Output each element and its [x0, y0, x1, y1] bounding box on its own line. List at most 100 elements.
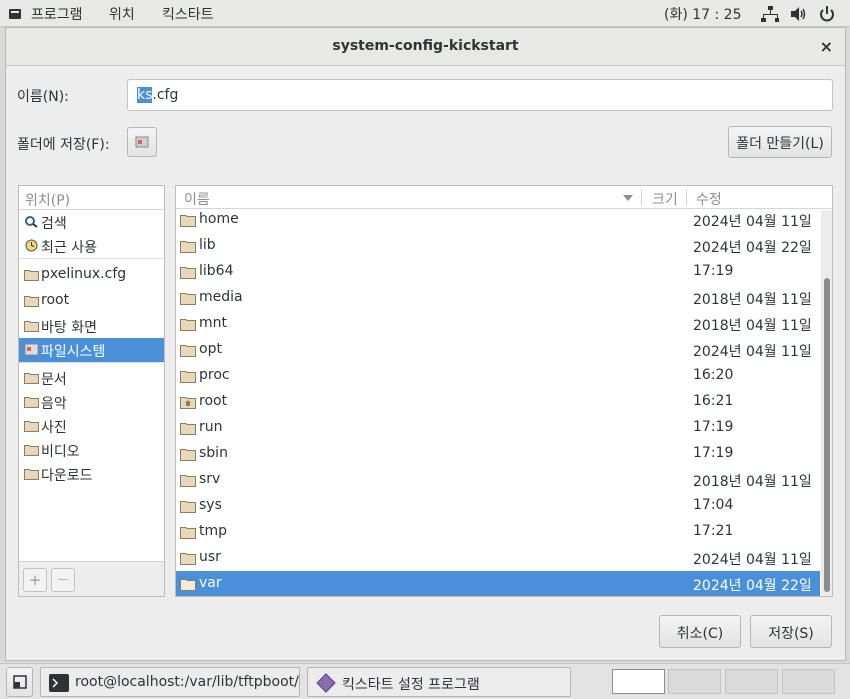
file-name: proc: [199, 367, 230, 383]
home-folder-icon: [24, 296, 39, 307]
folder-icon: [180, 267, 196, 279]
scrollbar-thumb[interactable]: [824, 278, 830, 592]
file-name: sys: [199, 497, 222, 513]
place-item[interactable]: 다운로드: [19, 462, 164, 486]
file-modified: 2018년 04월 11일: [693, 292, 812, 308]
file-row[interactable]: opt 2024년 04월 11일: [176, 337, 820, 363]
workspace-1[interactable]: [612, 669, 665, 694]
remove-bookmark-button[interactable]: —: [51, 568, 75, 592]
filename-selection: ks: [137, 87, 153, 103]
clock[interactable]: (화) 17 : 25: [664, 4, 742, 24]
terminal-task[interactable]: root@localhost:/var/lib/tftpboot/px…: [40, 667, 300, 697]
folder-icon: [180, 553, 196, 565]
kickstart-icon: [316, 673, 336, 693]
file-row[interactable]: lib64 17:19: [176, 259, 820, 285]
folder-path-button[interactable]: [127, 127, 157, 157]
file-row[interactable]: home 2024년 04월 11일: [176, 207, 820, 233]
power-icon[interactable]: [818, 5, 836, 23]
folder-icon: [180, 371, 196, 383]
file-row[interactable]: srv 2018년 04월 11일: [176, 467, 820, 493]
file-name: root: [199, 393, 228, 409]
place-item[interactable]: 비디오: [19, 438, 164, 462]
place-label: root: [41, 292, 70, 308]
place-item[interactable]: 사진: [19, 414, 164, 438]
kickstart-task[interactable]: 킥스타트 설정 프로그램: [307, 667, 571, 697]
file-row[interactable]: usr 2024년 04월 11일: [176, 545, 820, 571]
drive-icon: [135, 136, 149, 148]
file-row[interactable]: media 2018년 04월 11일: [176, 285, 820, 311]
documents-folder-icon: [24, 373, 39, 384]
file-list-header: 이름 크기 수정: [176, 186, 832, 209]
file-modified: 2024년 04월 11일: [693, 552, 812, 568]
file-row[interactable]: sbin 17:19: [176, 441, 820, 467]
file-list: 이름 크기 수정 home 2024년 04월 11일 lib 2024년 04월 2…: [175, 185, 833, 597]
place-item[interactable]: 검색: [19, 210, 164, 234]
file-row[interactable]: run 17:19: [176, 415, 820, 441]
applications-menu[interactable]: 프로그램: [31, 4, 83, 24]
downloads-folder-icon: [24, 469, 39, 480]
file-row[interactable]: lib 2024년 04월 22일: [176, 233, 820, 259]
place-item[interactable]: pxelinux.cfg: [19, 263, 164, 287]
file-name: mnt: [199, 315, 227, 331]
kickstart-menu[interactable]: 킥스타트: [162, 4, 214, 24]
file-modified: 17:21: [693, 523, 734, 539]
taskbar: root@localhost:/var/lib/tftpboot/px… 킥스타…: [0, 663, 850, 699]
file-modified: 17:19: [693, 445, 734, 461]
workspace-2[interactable]: [668, 669, 721, 694]
place-label: 다운로드: [41, 468, 93, 484]
name-column-header[interactable]: 이름: [184, 189, 210, 209]
network-icon[interactable]: [761, 5, 779, 23]
file-modified: 2018년 04월 11일: [693, 318, 812, 334]
places-footer: + —: [19, 561, 164, 596]
file-name: var: [199, 575, 222, 591]
place-item[interactable]: 문서: [19, 366, 164, 390]
folder-icon: [180, 241, 196, 253]
workspace-3[interactable]: [725, 669, 778, 694]
file-modified: 17:19: [693, 263, 734, 279]
folder-icon: [180, 579, 196, 591]
file-modified: 16:20: [693, 367, 734, 383]
folder-icon: [180, 527, 196, 539]
cancel-button[interactable]: 취소(C): [659, 615, 741, 648]
save-button[interactable]: 저장(S): [750, 615, 832, 648]
file-name: media: [199, 289, 243, 305]
terminal-icon: [49, 674, 69, 692]
file-row[interactable]: mnt 2018년 04월 11일: [176, 311, 820, 337]
file-row[interactable]: sys 17:04: [176, 493, 820, 519]
file-name: srv: [199, 471, 221, 487]
workspace-4[interactable]: [782, 669, 835, 694]
folder-icon: [180, 501, 196, 513]
place-item[interactable]: 파일시스템: [19, 338, 164, 362]
add-bookmark-button[interactable]: +: [23, 568, 47, 592]
place-item[interactable]: 음악: [19, 390, 164, 414]
modified-column-header[interactable]: 수정: [696, 189, 722, 209]
place-item[interactable]: root: [19, 289, 164, 313]
file-row[interactable]: var 2024년 04월 22일: [176, 571, 820, 596]
file-row[interactable]: proc 16:20: [176, 363, 820, 389]
scrollbar[interactable]: [821, 210, 832, 596]
volume-icon[interactable]: [789, 5, 807, 23]
drive-icon: [24, 343, 39, 356]
home-folder-icon: [180, 397, 196, 409]
file-row[interactable]: root 16:21: [176, 389, 820, 415]
column-divider: [641, 189, 642, 206]
show-desktop-button[interactable]: [6, 667, 33, 697]
places-menu[interactable]: 위치: [109, 4, 135, 24]
file-name: opt: [199, 341, 222, 357]
place-item[interactable]: 바탕 화면: [19, 314, 164, 338]
places-separator: [19, 362, 164, 363]
folder-icon: [180, 293, 196, 305]
place-item[interactable]: 최근 사용: [19, 234, 164, 258]
place-label: pxelinux.cfg: [41, 266, 127, 282]
place-label: 바탕 화면: [41, 320, 97, 336]
new-folder-button[interactable]: 폴더 만들기(L): [728, 126, 832, 158]
pictures-folder-icon: [24, 421, 39, 432]
save-in-label: 폴더에 저장(F):: [17, 137, 110, 153]
filename-field[interactable]: ks.cfg: [127, 79, 833, 111]
file-row[interactable]: tmp 17:21: [176, 519, 820, 545]
filename-extension: .cfg: [152, 87, 179, 103]
size-column-header[interactable]: 크기: [652, 189, 678, 209]
close-icon[interactable]: ×: [820, 37, 833, 56]
file-modified: 17:19: [693, 419, 734, 435]
title-bar[interactable]: system-config-kickstart ×: [6, 28, 845, 66]
